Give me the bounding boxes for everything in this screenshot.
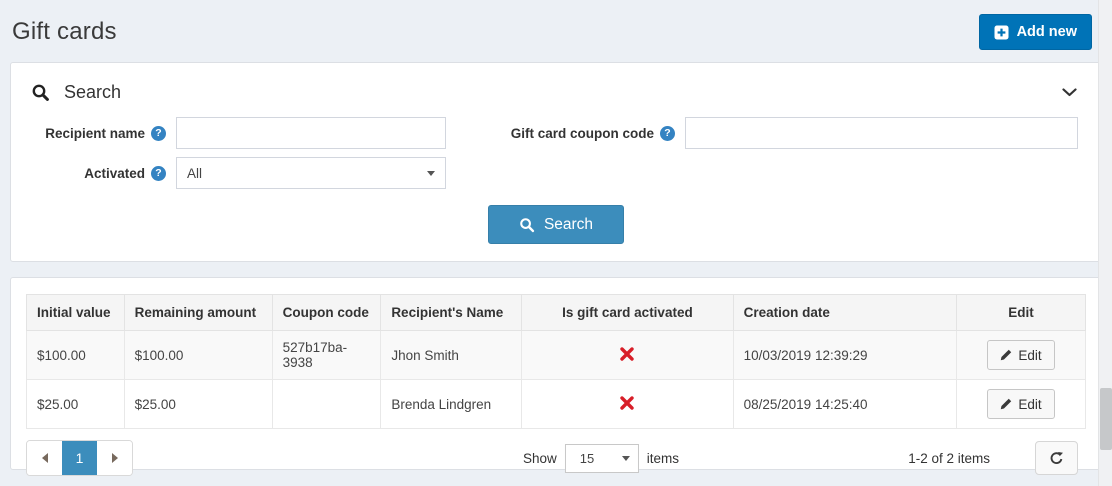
scrollbar-thumb[interactable]	[1100, 388, 1112, 450]
col-recipient-name: Recipient's Name	[380, 294, 523, 331]
table-row: $25.00 $25.00 Brenda Lindgren 08/25/2019…	[26, 379, 1086, 429]
footer-right: 1-2 of 2 items	[908, 441, 1086, 475]
vertical-scrollbar[interactable]	[1098, 0, 1112, 486]
recipient-name-help-icon[interactable]: ?	[151, 125, 166, 141]
page-size-control: Show 15 items	[522, 443, 680, 473]
coupon-code-label: Gift card coupon code	[510, 125, 654, 141]
pager-next-button[interactable]	[97, 441, 132, 475]
edit-button-label: Edit	[1018, 347, 1042, 363]
search-panel-title: Search	[64, 81, 122, 102]
search-panel-header[interactable]: Search	[31, 77, 1081, 107]
recipient-name-input[interactable]	[176, 117, 446, 149]
cell-activated	[521, 379, 734, 429]
plus-square-icon	[994, 25, 1009, 40]
next-page-icon	[111, 453, 118, 463]
activated-label: Activated	[84, 165, 145, 181]
search-button-icon	[519, 217, 535, 233]
select-caret-icon	[427, 170, 435, 176]
pager: 1	[26, 440, 133, 476]
activated-help-icon[interactable]: ?	[151, 165, 166, 181]
add-new-button[interactable]: Add new	[978, 14, 1092, 50]
search-button-label: Search	[543, 215, 594, 233]
select-caret-icon	[621, 455, 630, 461]
table-header-row: Initial value Remaining amount Coupon co…	[26, 294, 1086, 331]
coupon-code-label-wrap: Gift card coupon code ?	[490, 125, 675, 141]
recipient-name-label: Recipient name	[45, 125, 145, 141]
cell-coupon-code	[271, 379, 382, 429]
collapse-chevron-icon[interactable]	[1058, 84, 1081, 101]
cell-initial-value: $25.00	[26, 379, 125, 429]
edit-button[interactable]: Edit	[987, 389, 1055, 419]
pager-current-page[interactable]: 1	[62, 441, 97, 475]
add-new-label: Add new	[1016, 24, 1077, 40]
refresh-icon	[1049, 451, 1064, 466]
activated-label-wrap: Activated ?	[31, 165, 166, 181]
col-edit: Edit	[956, 294, 1086, 331]
refresh-button[interactable]	[1035, 441, 1078, 475]
pencil-icon	[1000, 398, 1012, 410]
page-size-select[interactable]: 15	[564, 443, 639, 473]
cell-creation-date: 10/03/2019 12:39:29	[732, 330, 958, 380]
search-panel: Search Recipient name ? Gift card coupon…	[10, 62, 1102, 262]
table-row: $100.00 $100.00 527b17ba-3938 Jhon Smith…	[26, 330, 1086, 380]
search-form-row-1: Recipient name ? Gift card coupon code ?	[31, 117, 1081, 149]
cell-remaining-amount: $25.00	[123, 379, 273, 429]
items-range-text: 1-2 of 2 items	[908, 450, 990, 466]
search-button[interactable]: Search	[487, 205, 625, 244]
col-coupon-code: Coupon code	[271, 294, 382, 331]
page-title: Gift cards	[12, 18, 117, 45]
prev-page-icon	[41, 453, 48, 463]
cell-creation-date: 08/25/2019 14:25:40	[732, 379, 958, 429]
cell-edit: Edit	[956, 379, 1086, 429]
activated-select-value: All	[187, 165, 203, 181]
col-remaining-amount: Remaining amount	[123, 294, 273, 331]
coupon-code-help-icon[interactable]: ?	[660, 125, 675, 141]
cell-edit: Edit	[956, 330, 1086, 380]
col-initial-value: Initial value	[26, 294, 125, 331]
cell-recipient-name: Brenda Lindgren	[380, 379, 523, 429]
gift-cards-table: Initial value Remaining amount Coupon co…	[26, 294, 1086, 429]
col-creation-date: Creation date	[732, 294, 958, 331]
not-activated-icon	[620, 395, 635, 413]
cell-initial-value: $100.00	[26, 330, 125, 380]
coupon-code-input[interactable]	[685, 117, 1078, 149]
edit-button-label: Edit	[1018, 396, 1042, 412]
not-activated-icon	[620, 346, 635, 364]
pencil-icon	[1000, 349, 1012, 361]
cell-coupon-code: 527b17ba-3938	[271, 330, 382, 380]
recipient-name-label-wrap: Recipient name ?	[31, 125, 166, 141]
top-bar: Gift cards Add new	[0, 0, 1112, 62]
cell-remaining-amount: $100.00	[123, 330, 273, 380]
items-label: items	[646, 450, 680, 466]
activated-select[interactable]: All	[176, 157, 446, 189]
page-size-value: 15	[579, 450, 595, 466]
gift-cards-grid-panel: Initial value Remaining amount Coupon co…	[10, 277, 1102, 476]
cell-recipient-name: Jhon Smith	[380, 330, 523, 380]
search-form-row-2: Activated ? All	[31, 157, 1081, 189]
pager-prev-button[interactable]	[27, 441, 62, 475]
show-label: Show	[522, 450, 557, 466]
cell-activated	[521, 330, 734, 380]
grid-footer: 1 Show 15 items 1-2 of 2 items	[26, 440, 1086, 476]
search-icon	[31, 83, 50, 102]
edit-button[interactable]: Edit	[987, 340, 1055, 370]
col-activated: Is gift card activated	[521, 294, 734, 331]
